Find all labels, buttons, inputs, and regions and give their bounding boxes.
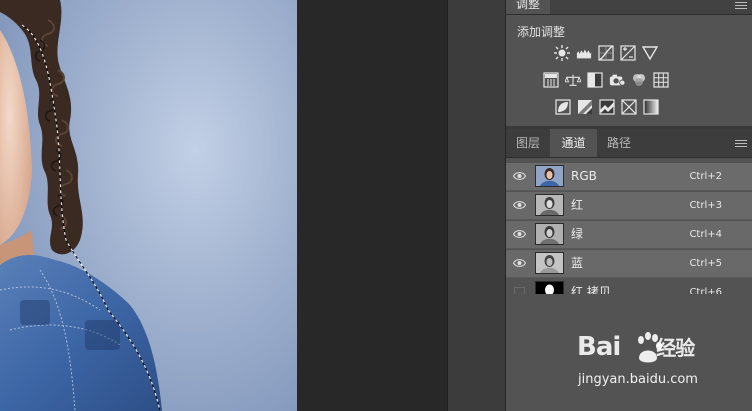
- channel-row-blue[interactable]: 蓝 Ctrl+5: [506, 250, 752, 278]
- curves-icon[interactable]: [598, 45, 614, 61]
- eye-icon[interactable]: [513, 171, 526, 181]
- baidu-jingyan-watermark: Bai 经验 jingyan.baidu.com: [575, 328, 725, 398]
- color-lookup-icon[interactable]: [653, 72, 669, 88]
- panel-dock-strip: [447, 0, 505, 411]
- image-canvas[interactable]: [0, 0, 297, 411]
- channel-thumbnail-color: [535, 165, 564, 187]
- invert-icon[interactable]: [555, 99, 571, 115]
- tab-channels[interactable]: 通道: [550, 129, 597, 157]
- channel-name: 绿: [571, 227, 584, 241]
- photo-filter-icon[interactable]: [609, 72, 625, 88]
- eye-icon[interactable]: [513, 258, 526, 268]
- tab-adjustments[interactable]: 调整: [506, 0, 551, 14]
- watermark-logo-suffix: 经验: [656, 336, 695, 360]
- selective-color-icon[interactable]: [621, 99, 637, 115]
- exposure-icon[interactable]: [620, 45, 636, 61]
- adjustment-icons-row-2: [543, 72, 669, 88]
- channel-row-red[interactable]: 红 Ctrl+3: [506, 192, 752, 220]
- watermark-logo: Bai 经验: [577, 332, 695, 362]
- channel-row-rgb[interactable]: RGB Ctrl+2: [506, 163, 752, 191]
- color-balance-icon[interactable]: [565, 72, 581, 88]
- channel-shortcut: Ctrl+3: [689, 200, 722, 211]
- channel-shortcut: Ctrl+2: [689, 171, 722, 182]
- gradient-map-icon[interactable]: [643, 99, 659, 115]
- black-white-icon[interactable]: [587, 72, 603, 88]
- add-adjustment-label: 添加调整: [517, 25, 566, 39]
- tab-paths[interactable]: 路径: [597, 129, 641, 157]
- channel-name: 红: [571, 198, 584, 212]
- posterize-icon[interactable]: [577, 99, 593, 115]
- channel-name: 蓝: [571, 256, 584, 270]
- adjustment-icons-row-1: [554, 45, 658, 61]
- channels-panel-menu-icon[interactable]: [735, 140, 747, 149]
- channel-thumbnail-gray: [535, 223, 564, 245]
- hue-saturation-icon[interactable]: [543, 72, 559, 88]
- levels-icon[interactable]: [576, 45, 592, 61]
- vibrance-icon[interactable]: [642, 45, 658, 61]
- canvas-background: [297, 0, 447, 411]
- channels-list: RGB Ctrl+2 红 Ctrl+3 绿 Ctrl+4 蓝 Ctrl+5 红 …: [506, 163, 752, 307]
- channel-shortcut: Ctrl+5: [689, 258, 722, 269]
- threshold-icon[interactable]: [599, 99, 615, 115]
- channels-tabbar: 图层 通道 路径: [506, 129, 752, 158]
- channel-shortcut: Ctrl+4: [689, 229, 722, 240]
- eye-icon[interactable]: [513, 200, 526, 210]
- adjustments-tabbar: 调整: [506, 0, 752, 15]
- watermark-url: jingyan.baidu.com: [578, 372, 698, 387]
- channel-row-green[interactable]: 绿 Ctrl+4: [506, 221, 752, 249]
- adjustment-icons-row-3: [555, 99, 659, 115]
- channel-name: RGB: [571, 169, 597, 183]
- eye-icon[interactable]: [513, 229, 526, 239]
- channel-mixer-icon[interactable]: [631, 72, 647, 88]
- adjustments-panel: 调整 添加调整: [506, 0, 752, 126]
- photo-artwork: [0, 0, 162, 411]
- tab-layers[interactable]: 图层: [506, 129, 550, 157]
- channel-thumbnail-gray: [535, 194, 564, 216]
- watermark-logo-text: Bai: [577, 332, 621, 362]
- channel-thumbnail-gray: [535, 252, 564, 274]
- panel-menu-icon[interactable]: [735, 2, 747, 11]
- brightness-contrast-icon[interactable]: [554, 45, 570, 61]
